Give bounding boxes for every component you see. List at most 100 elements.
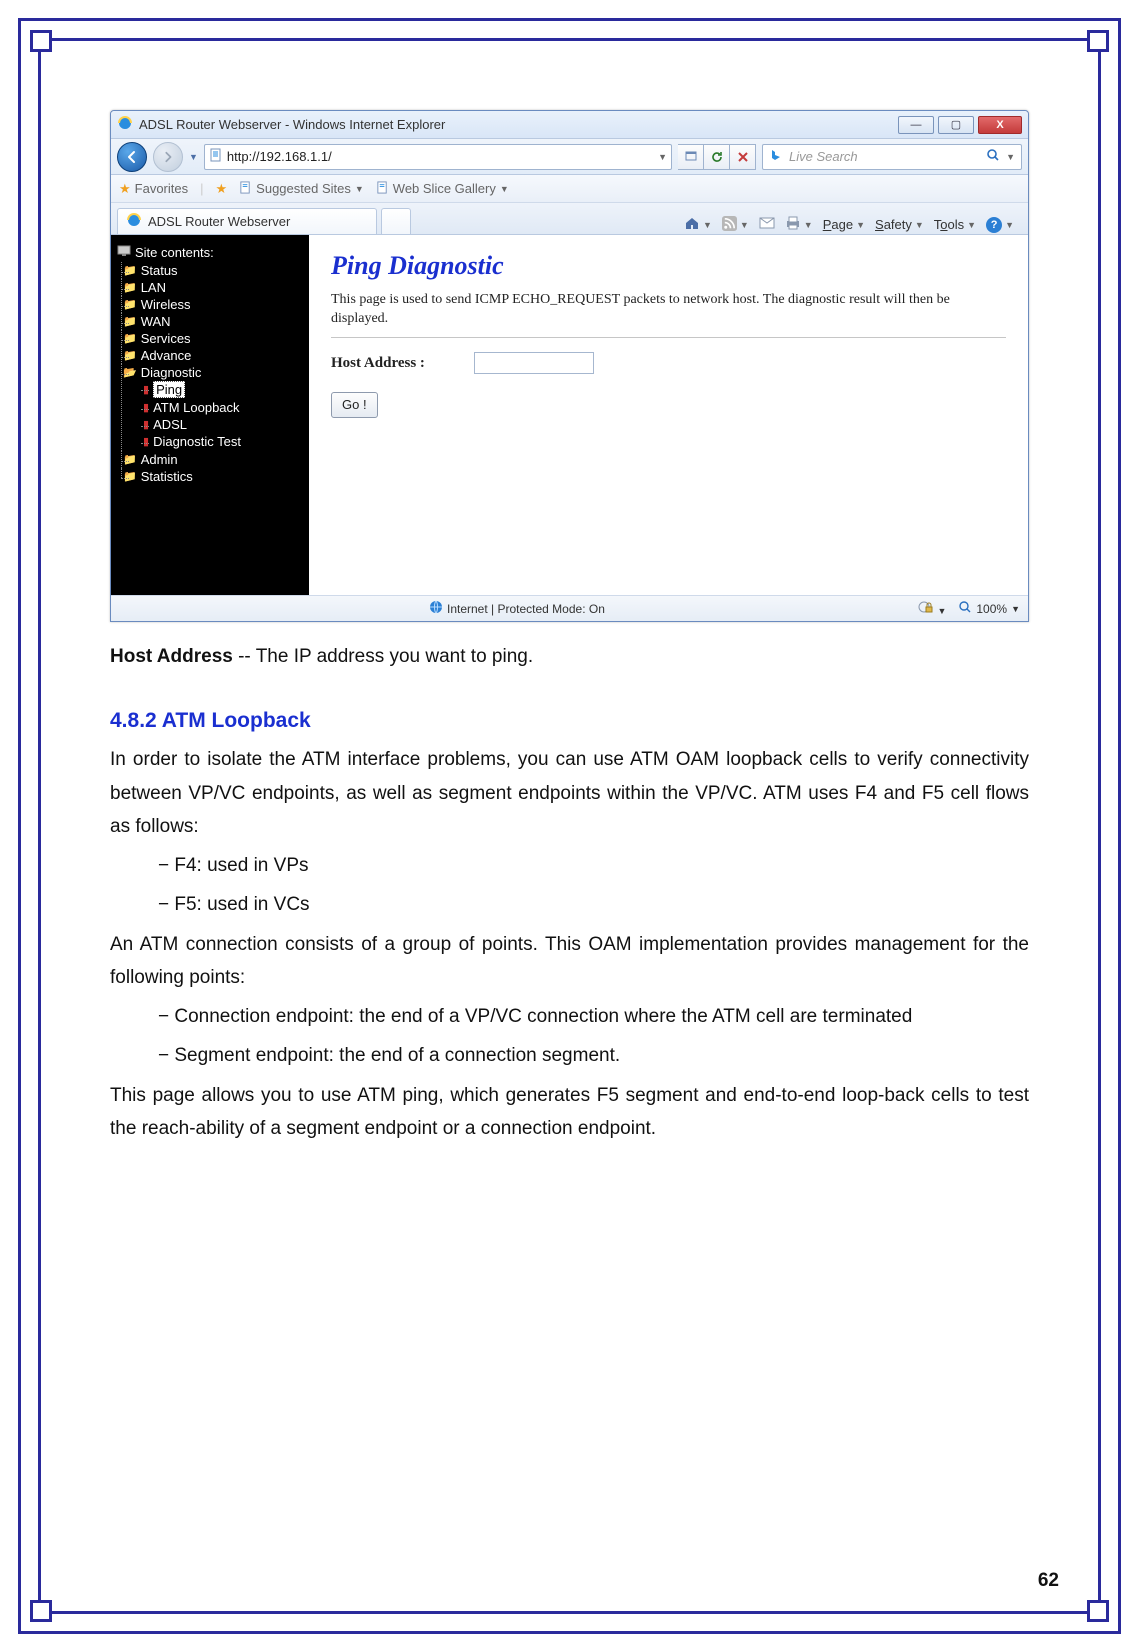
page-body: Site contents: 📁Status 📁LAN 📁Wireless 📁W… [111,235,1028,595]
compat-view-button[interactable] [678,144,704,170]
sidebar-item-status[interactable]: 📁Status [123,263,305,278]
file-icon: ▮ [143,435,149,448]
command-bar: ▼ ▼ ▼ Page▼ Safety [684,215,1022,234]
page-menu[interactable]: Page▼ [823,217,865,232]
ie-logo-icon [117,115,133,134]
ie-window: ADSL Router Webserver - Windows Internet… [110,110,1029,622]
print-button[interactable]: ▼ [785,215,813,234]
rss-icon [722,216,737,234]
new-tab-button[interactable] [381,208,411,234]
window-minimize-button[interactable]: — [898,116,934,134]
para-1: In order to isolate the ATM interface pr… [110,743,1029,843]
nav-history-dropdown-icon[interactable]: ▼ [189,152,198,162]
stop-button[interactable] [730,144,756,170]
search-icon[interactable] [986,148,1000,165]
divider [331,337,1006,338]
sidebar-item-advance[interactable]: 📁Advance [123,348,305,363]
help-button[interactable]: ?▼ [986,217,1014,233]
suggested-sites-label: Suggested Sites [256,181,351,196]
para-3: This page allows you to use ATM ping, wh… [110,1079,1029,1146]
host-address-input[interactable] [474,352,594,374]
tab-active[interactable]: ADSL Router Webserver [117,208,377,234]
feeds-button[interactable]: ▼ [722,216,749,234]
window-titlebar: ADSL Router Webserver - Windows Internet… [111,111,1028,139]
ie-logo-icon [126,212,142,231]
sidebar-item-wireless[interactable]: 📁Wireless [123,297,305,312]
sidebar-item-wan[interactable]: 📁WAN [123,314,305,329]
favorites-bar: ★ Favorites | ★ Suggested Sites ▼ Web Sl… [111,175,1028,203]
sidebar-item-statistics[interactable]: 📁Statistics [123,469,305,484]
document-body-text: Host Address -- The IP address you want … [110,640,1029,1145]
zoom-control[interactable]: 100% ▼ [958,600,1020,617]
address-url: http://192.168.1.1/ [227,149,654,164]
globe-icon [429,600,443,617]
folder-open-icon: 📂 [123,366,137,379]
favorites-button[interactable]: ★ Favorites [119,181,188,197]
file-icon: ▮ [143,418,149,431]
status-bar: Internet | Protected Mode: On ▼ 100% ▼ [111,595,1028,621]
tools-menu[interactable]: Tools▼ [934,217,976,232]
safety-menu[interactable]: Safety▼ [875,217,924,232]
favorites-label: Favorites [135,181,188,196]
add-favorite-button[interactable]: ★ [216,181,228,197]
sidebar-item-ping[interactable]: ▮Ping [143,381,305,398]
bullet-seg-endpoint: − Segment endpoint: the end of a connect… [158,1039,1029,1072]
web-slice-label: Web Slice Gallery [393,181,496,196]
search-box[interactable]: Live Search ▼ [762,144,1022,170]
host-address-note: Host Address -- The IP address you want … [110,640,1029,673]
sidebar: Site contents: 📁Status 📁LAN 📁Wireless 📁W… [111,235,309,595]
folder-icon: 📁 [123,453,137,466]
bing-icon [769,148,783,165]
page-description: This page is used to send ICMP ECHO_REQU… [331,291,1006,329]
go-button[interactable]: Go ! [331,392,378,418]
bullet-conn-endpoint: − Connection endpoint: the end of a VP/V… [158,1000,1029,1033]
web-slice-link[interactable]: Web Slice Gallery ▼ [376,181,509,197]
window-maximize-button[interactable]: ▢ [938,116,974,134]
home-button[interactable]: ▼ [684,215,712,234]
bullet-f5: − F5: used in VCs [158,888,1029,921]
folder-icon: 📁 [123,470,137,483]
address-dropdown-icon[interactable]: ▼ [658,152,667,162]
tab-label: ADSL Router Webserver [148,214,290,229]
sidebar-item-diagnostic[interactable]: 📂Diagnostic [123,365,305,380]
page-icon [239,181,252,197]
computer-icon [117,245,131,260]
readmail-button[interactable] [759,216,775,233]
printer-icon [785,215,801,234]
window-close-button[interactable]: X [978,116,1022,134]
zoom-level: 100% [976,602,1007,616]
address-bar[interactable]: http://192.168.1.1/ ▼ [204,144,672,170]
protected-mode-icon[interactable]: ▼ [918,600,946,617]
folder-icon: 📁 [123,264,137,277]
corner-br [1087,1600,1109,1622]
file-icon: ▮ [143,401,149,414]
nav-back-button[interactable] [117,142,147,172]
search-placeholder: Live Search [789,149,980,164]
sidebar-item-adsl[interactable]: ▮ADSL [143,417,305,432]
suggested-sites-link[interactable]: Suggested Sites ▼ [239,181,364,197]
page-number: 62 [1038,1570,1059,1592]
nav-forward-button[interactable] [153,142,183,172]
zoom-icon [958,600,972,617]
bullet-f4: − F4: used in VPs [158,849,1029,882]
sidebar-item-services[interactable]: 📁Services [123,331,305,346]
host-address-label: Host Address : [331,355,471,372]
star-icon: ★ [119,181,131,197]
folder-icon: 📁 [123,315,137,328]
home-icon [684,215,700,234]
section-heading: 4.8.2 ATM Loopback [110,709,1029,733]
sidebar-item-atm-loopback[interactable]: ▮ATM Loopback [143,400,305,415]
address-tools [678,144,756,170]
sidebar-item-diagnostic-test[interactable]: ▮Diagnostic Test [143,434,305,449]
corner-bl [30,1600,52,1622]
sidebar-item-admin[interactable]: 📁Admin [123,452,305,467]
sidebar-tree: 📁Status 📁LAN 📁Wireless 📁WAN 📁Services 📁A… [123,262,305,485]
search-dropdown-icon[interactable]: ▼ [1006,152,1015,162]
chevron-down-icon: ▼ [1011,604,1020,614]
corner-tl [30,30,52,52]
refresh-button[interactable] [704,144,730,170]
folder-icon: 📁 [123,349,137,362]
chevron-down-icon: ▼ [500,184,509,194]
security-zone-label: Internet | Protected Mode: On [447,602,605,616]
sidebar-item-lan[interactable]: 📁LAN [123,280,305,295]
